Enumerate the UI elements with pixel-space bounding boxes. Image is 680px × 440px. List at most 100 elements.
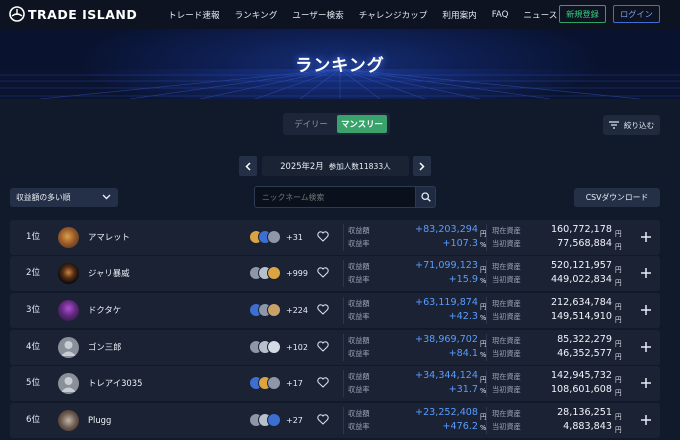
user-name[interactable]: トレアイ3035 (88, 366, 142, 401)
divider (486, 297, 487, 324)
site-logo[interactable]: TRADE ISLAND (9, 6, 137, 22)
plus-icon[interactable] (638, 265, 654, 281)
initial-assets-label: 当初資産 (492, 239, 521, 248)
filter-icon (608, 121, 619, 129)
heart-icon[interactable] (317, 377, 329, 388)
divider (486, 224, 487, 251)
avatar[interactable] (58, 227, 79, 248)
follower-count: +31 (286, 233, 303, 242)
plus-icon[interactable] (638, 302, 654, 318)
page-title: ランキング (295, 56, 385, 76)
user-name[interactable]: ドクタケ (88, 293, 121, 328)
ranking-row[interactable]: 4位 ゴン三郎 +102 収益額 収益率 +38,969,702 +84.1 円… (10, 330, 660, 365)
plus-icon[interactable] (638, 339, 654, 355)
csv-download-button[interactable]: CSVダウンロード (574, 188, 660, 207)
current-assets-label: 現在資産 (492, 299, 521, 308)
nav-challenge-cup[interactable]: チャレンジカップ (359, 9, 428, 21)
ranking-row[interactable]: 5位 トレアイ3035 +17 収益額 収益率 +34,344,124 +31.… (10, 366, 660, 401)
follower-count: +224 (286, 306, 308, 315)
heart-icon[interactable] (317, 414, 329, 425)
profit-rate-label: 収益率 (348, 422, 370, 431)
yen-unit: 円 (615, 353, 622, 361)
follower-avatar (267, 413, 281, 427)
follower-count: +102 (286, 343, 308, 352)
initial-assets-label: 当初資産 (492, 349, 521, 358)
ranking-row[interactable]: 6位 Plugg +27 収益額 収益率 +23,252,408 +476.2 … (10, 403, 660, 438)
period-toggle: デイリー マンスリー (283, 113, 390, 135)
current-assets-label: 現在資産 (492, 336, 521, 345)
divider (343, 334, 344, 361)
avatar[interactable] (58, 373, 79, 394)
profit-rate-label: 収益率 (348, 349, 370, 358)
user-name[interactable]: ジャリ暴威 (88, 256, 129, 291)
filter-button[interactable]: 絞り込む (603, 115, 660, 135)
rank-label: 2位 (26, 268, 41, 278)
nav-trade-news[interactable]: トレード速報 (168, 9, 220, 21)
search-button[interactable] (416, 186, 436, 208)
island-logo-icon (9, 6, 25, 22)
yen-unit: 円 (615, 230, 622, 238)
next-month-button[interactable] (413, 156, 431, 176)
initial-assets-value: 4,883,843 (563, 421, 612, 432)
login-button[interactable]: ログイン (613, 5, 660, 23)
user-name[interactable]: ゴン三郎 (88, 330, 122, 365)
heart-icon[interactable] (317, 231, 329, 242)
nav-ranking[interactable]: ランキング (235, 9, 278, 21)
divider (343, 297, 344, 324)
profit-amount-value: +63,119,874 (415, 297, 478, 308)
plus-icon[interactable] (638, 412, 654, 428)
default-user-icon (61, 341, 76, 356)
initial-assets-label: 当初資産 (492, 385, 521, 394)
yen-unit: 円 (615, 413, 622, 421)
avatar[interactable] (58, 300, 79, 321)
filter-label: 絞り込む (623, 120, 655, 130)
follower-count: +27 (286, 416, 303, 425)
avatar[interactable] (58, 337, 79, 358)
profit-amount-value: +23,252,408 (415, 407, 478, 418)
divider (343, 370, 344, 397)
nav-faq[interactable]: FAQ (492, 10, 509, 20)
default-user-icon (61, 377, 76, 392)
chevron-left-icon (245, 161, 251, 171)
avatar[interactable] (58, 410, 79, 431)
yen-unit: 円 (615, 279, 622, 287)
register-button[interactable]: 新規登録 (559, 5, 606, 23)
yen-unit: 円 (615, 303, 622, 311)
plus-icon[interactable] (638, 229, 654, 245)
initial-assets-value: 108,601,608 (550, 384, 612, 395)
profit-rate-label: 収益率 (348, 239, 370, 248)
heart-icon[interactable] (317, 304, 329, 315)
nav-guide[interactable]: 利用案内 (442, 9, 476, 21)
current-assets-label: 現在資産 (492, 409, 521, 418)
profit-amount-value: +34,344,124 (415, 370, 478, 381)
tab-monthly[interactable]: マンスリー (337, 115, 387, 133)
hero-banner: ランキング (0, 29, 680, 99)
profit-amount-value: +83,203,294 (415, 224, 478, 235)
heart-icon[interactable] (317, 267, 329, 278)
yen-unit: 円 (615, 316, 622, 324)
avatar[interactable] (58, 263, 79, 284)
user-name[interactable]: アマレット (88, 220, 130, 255)
plus-icon[interactable] (638, 375, 654, 391)
follower-avatar (267, 230, 281, 244)
divider (343, 407, 344, 434)
ranking-row[interactable]: 3位 ドクタケ +224 収益額 収益率 +63,119,874 +42.3 円… (10, 293, 660, 328)
profit-rate-label: 収益率 (348, 312, 370, 321)
sort-selected-label: 収益額の多い順 (16, 193, 71, 202)
yen-unit: 円 (615, 376, 622, 384)
current-assets-value: 85,322,279 (557, 334, 612, 345)
user-name[interactable]: Plugg (88, 403, 111, 438)
ranking-row[interactable]: 1位 アマレット +31 収益額 収益率 +83,203,294 +107.3 … (10, 220, 660, 255)
rank-label: 6位 (26, 415, 41, 425)
chevron-down-icon (102, 194, 111, 200)
tab-daily[interactable]: デイリー (285, 115, 337, 133)
sort-select[interactable]: 収益額の多い順 (10, 188, 118, 207)
nav-news[interactable]: ニュース (523, 9, 557, 21)
nav-user-search[interactable]: ユーザー検索 (292, 9, 343, 21)
ranking-row[interactable]: 2位 ジャリ暴威 +999 収益額 収益率 +71,099,123 +15.9 … (10, 256, 660, 291)
search-input[interactable] (254, 186, 416, 208)
heart-icon[interactable] (317, 341, 329, 352)
prev-month-button[interactable] (239, 156, 257, 176)
profit-amount-label: 収益額 (348, 262, 370, 271)
profit-amount-label: 収益額 (348, 372, 370, 381)
